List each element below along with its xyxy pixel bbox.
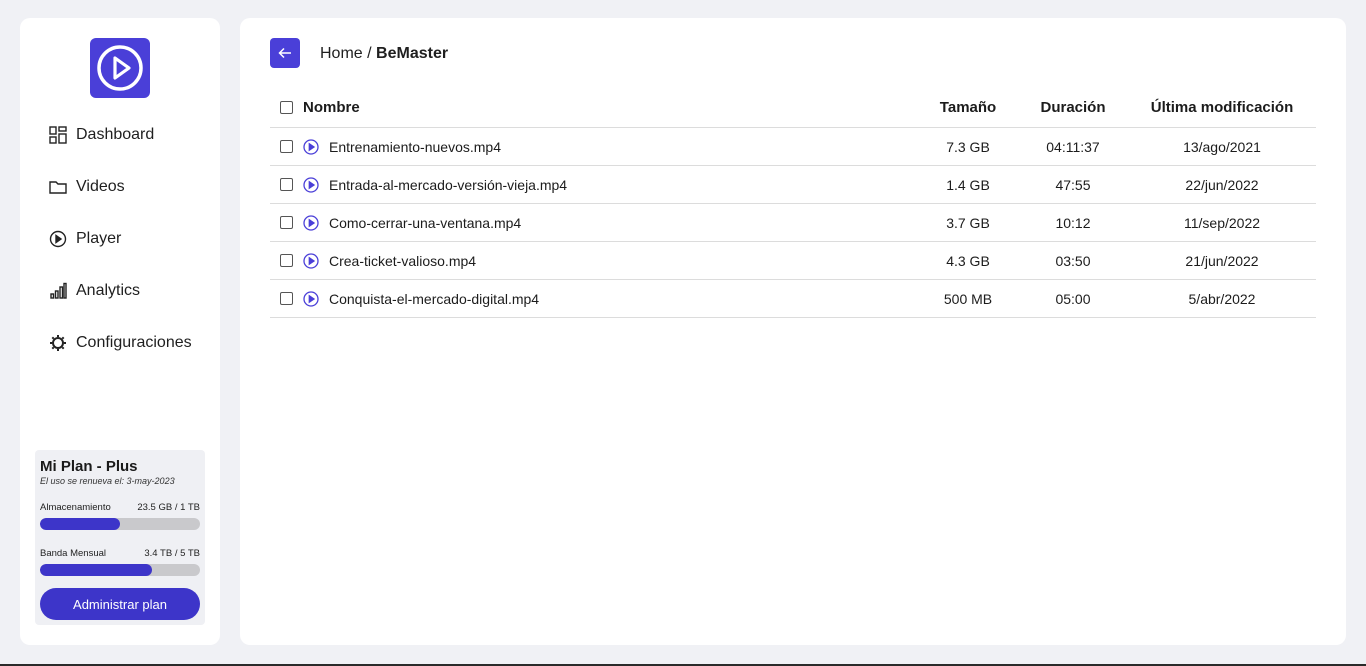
dashboard-grid-icon — [48, 125, 68, 145]
row-checkbox[interactable] — [280, 216, 293, 229]
gear-icon — [48, 333, 68, 353]
storage-progress-fill — [40, 518, 120, 530]
bandwidth-progress-bar — [40, 564, 200, 576]
sidebar: Dashboard Videos Player Analytics Config… — [20, 18, 220, 645]
breadcrumb-current: BeMaster — [376, 45, 449, 62]
file-size: 3.7 GB — [946, 214, 990, 231]
file-name[interactable]: Conquista-el-mercado-digital.mp4 — [329, 291, 539, 307]
play-circle-icon[interactable] — [303, 252, 319, 269]
plan-renewal-text: El uso se renueva el: 3-may-2023 — [40, 476, 175, 486]
file-name-cell: Entrenamiento-nuevos.mp4 — [303, 139, 918, 155]
sidebar-item-label: Dashboard — [76, 126, 155, 143]
column-header-duration[interactable]: Duración — [1018, 99, 1128, 116]
play-logo-icon — [97, 45, 143, 91]
table-row[interactable]: Conquista-el-mercado-digital.mp4 500 MB … — [270, 280, 1316, 318]
sidebar-item-label: Videos — [76, 178, 125, 195]
sidebar-nav: Dashboard Videos Player Analytics Config… — [48, 122, 192, 382]
file-size: 1.4 GB — [946, 176, 990, 193]
table-row[interactable]: Entrenamiento-nuevos.mp4 7.3 GB 04:11:37… — [270, 128, 1316, 166]
row-checkbox[interactable] — [280, 178, 293, 191]
bandwidth-meter: Banda Mensual 3.4 TB / 5 TB — [40, 548, 200, 576]
table-row[interactable]: Entrada-al-mercado-versión-vieja.mp4 1.4… — [270, 166, 1316, 204]
storage-value: 23.5 GB / 1 TB — [137, 502, 200, 513]
bandwidth-label: Banda Mensual — [40, 548, 107, 559]
play-circle-icon[interactable] — [303, 138, 319, 155]
file-duration: 47:55 — [1055, 176, 1091, 193]
bandwidth-progress-fill — [40, 564, 152, 576]
table-row[interactable]: Crea-ticket-valioso.mp4 4.3 GB 03:50 21/… — [270, 242, 1316, 280]
storage-progress-bar — [40, 518, 200, 530]
table-row[interactable]: Como-cerrar-una-ventana.mp4 3.7 GB 10:12… — [270, 204, 1316, 242]
sidebar-item-analytics[interactable]: Analytics — [48, 278, 192, 304]
folder-icon — [48, 177, 68, 197]
play-circle-icon[interactable] — [303, 176, 319, 193]
sidebar-item-label: Analytics — [76, 282, 141, 299]
play-circle-icon — [48, 229, 68, 249]
file-size: 500 MB — [943, 290, 993, 307]
play-circle-icon[interactable] — [303, 290, 319, 307]
file-table: Nombre Tamaño Duración Última modificaci… — [270, 88, 1316, 318]
sidebar-item-dashboard[interactable]: Dashboard — [48, 122, 192, 148]
file-modified: 21/jun/2022 — [1185, 252, 1259, 269]
file-name[interactable]: Entrenamiento-nuevos.mp4 — [329, 139, 501, 155]
file-modified: 13/ago/2021 — [1183, 138, 1261, 155]
breadcrumb: Home / BeMaster — [320, 45, 448, 63]
column-header-size[interactable]: Tamaño — [918, 99, 1018, 116]
breadcrumb-separator: / — [362, 45, 377, 62]
file-duration: 04:11:37 — [1046, 138, 1100, 155]
arrow-left-icon — [278, 47, 291, 59]
file-size: 4.3 GB — [946, 252, 990, 269]
play-circle-icon[interactable] — [303, 214, 319, 231]
sidebar-item-label: Player — [76, 230, 122, 247]
storage-meter: Almacenamiento 23.5 GB / 1 TB — [40, 502, 200, 530]
row-checkbox[interactable] — [280, 254, 293, 267]
column-header-name[interactable]: Nombre — [303, 99, 918, 116]
file-name-cell: Crea-ticket-valioso.mp4 — [303, 253, 918, 269]
sidebar-item-videos[interactable]: Videos — [48, 174, 192, 200]
file-name[interactable]: Como-cerrar-una-ventana.mp4 — [329, 215, 521, 231]
file-modified: 5/abr/2022 — [1188, 290, 1256, 307]
sidebar-item-player[interactable]: Player — [48, 226, 192, 252]
sidebar-item-configuraciones[interactable]: Configuraciones — [48, 330, 192, 356]
main-panel: Home / BeMaster Nombre Tamaño Duración Ú… — [240, 18, 1346, 645]
file-modified: 11/sep/2022 — [1183, 214, 1261, 231]
file-duration: 10:12 — [1055, 214, 1091, 231]
breadcrumb-home[interactable]: Home — [320, 45, 363, 62]
select-all-checkbox[interactable] — [280, 101, 293, 114]
file-name[interactable]: Crea-ticket-valioso.mp4 — [329, 253, 476, 269]
bar-chart-icon — [48, 281, 68, 301]
storage-label: Almacenamiento — [40, 502, 111, 513]
file-name-cell: Como-cerrar-una-ventana.mp4 — [303, 215, 918, 231]
plan-title: Mi Plan - Plus — [40, 458, 138, 475]
file-duration: 05:00 — [1055, 290, 1091, 307]
table-header-row: Nombre Tamaño Duración Última modificaci… — [270, 88, 1316, 128]
bandwidth-value: 3.4 TB / 5 TB — [144, 548, 200, 559]
file-name-cell: Entrada-al-mercado-versión-vieja.mp4 — [303, 177, 918, 193]
row-checkbox[interactable] — [280, 140, 293, 153]
file-modified: 22/jun/2022 — [1185, 176, 1259, 193]
back-button[interactable] — [270, 38, 300, 68]
plan-card: Mi Plan - Plus El uso se renueva el: 3-m… — [35, 450, 205, 625]
app-logo[interactable] — [90, 38, 150, 98]
file-duration: 03:50 — [1055, 252, 1091, 269]
manage-plan-button[interactable]: Administrar plan — [40, 588, 200, 620]
sidebar-item-label: Configuraciones — [76, 334, 192, 351]
file-size: 7.3 GB — [946, 138, 990, 155]
column-header-modified[interactable]: Última modificación — [1128, 99, 1316, 116]
file-name[interactable]: Entrada-al-mercado-versión-vieja.mp4 — [329, 177, 567, 193]
row-checkbox[interactable] — [280, 292, 293, 305]
file-name-cell: Conquista-el-mercado-digital.mp4 — [303, 291, 918, 307]
